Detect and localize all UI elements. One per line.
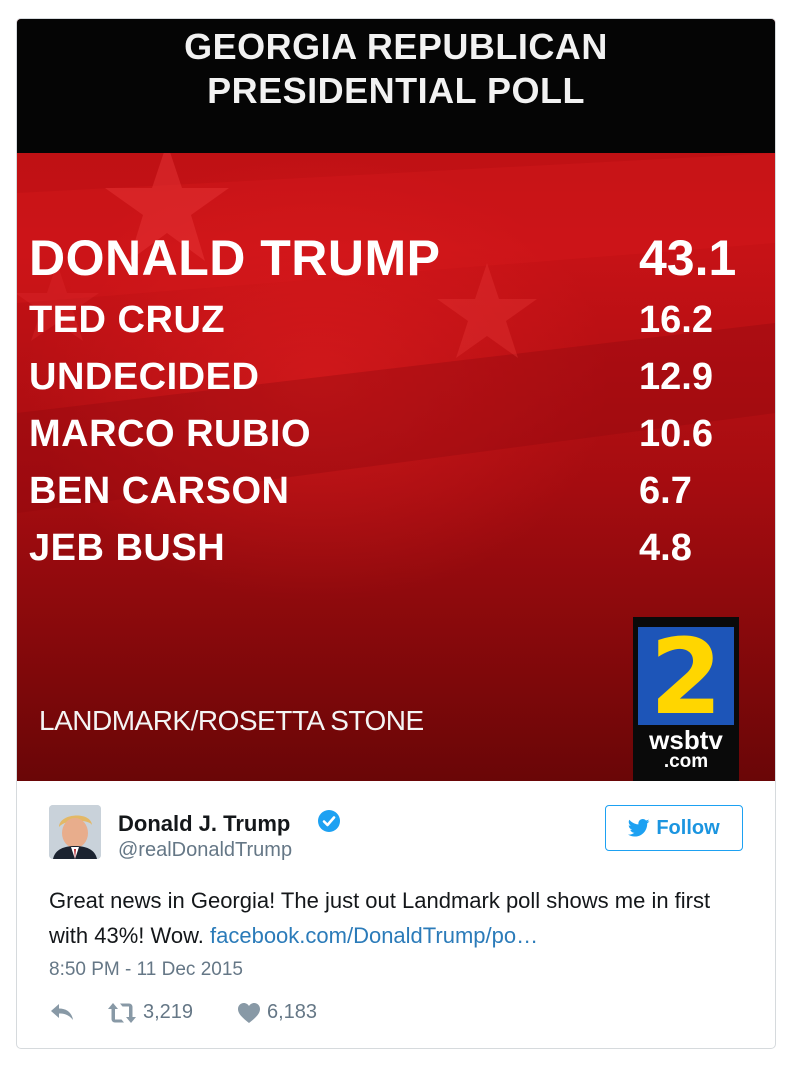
candidate-value: 43.1 <box>639 230 737 286</box>
poll-title-line1: GEORGIA REPUBLICAN <box>184 26 608 67</box>
candidate-name: TED CRUZ <box>29 299 226 341</box>
verified-badge-icon <box>318 810 340 832</box>
logo-domain: .com <box>663 751 709 772</box>
candidate-value: 10.6 <box>639 413 713 455</box>
logo-square: 2 <box>638 617 734 737</box>
poll-source: LANDMARK/ROSETTA STONE <box>39 705 424 736</box>
candidate-name: UNDECIDED <box>29 356 260 398</box>
candidate-value: 16.2 <box>639 299 713 341</box>
poll-title-line2: PRESIDENTIAL POLL <box>207 70 585 111</box>
candidate-name: BEN CARSON <box>29 470 290 512</box>
tweet-timestamp[interactable]: 8:50 PM - 11 Dec 2015 <box>49 959 243 981</box>
like-count: 6,183 <box>267 1001 318 1023</box>
display-name[interactable]: Donald J. Trump <box>118 811 290 837</box>
avatar[interactable] <box>49 805 101 859</box>
avatar-portrait <box>49 805 101 859</box>
poll-image[interactable]: GEORGIA REPUBLICAN PRESIDENTIAL POLL DON… <box>17 19 775 781</box>
like-button[interactable]: 6,183 <box>237 1001 317 1024</box>
retweet-icon <box>108 1002 136 1023</box>
retweet-button[interactable]: 3,219 <box>107 1001 193 1024</box>
reply-button[interactable] <box>49 1001 75 1023</box>
candidate-name: JEB BUSH <box>29 527 226 569</box>
follow-label: Follow <box>656 816 720 839</box>
candidate-value: 4.8 <box>639 527 692 569</box>
retweet-count: 3,219 <box>143 1001 194 1023</box>
wsbtv-logo: 2 wsbtv .com <box>633 617 739 781</box>
candidate-value: 12.9 <box>639 356 713 398</box>
candidate-value: 6.7 <box>639 470 692 512</box>
handle[interactable]: @realDonaldTrump <box>118 839 292 862</box>
twitter-bird-icon <box>628 819 650 837</box>
candidate-name: DONALD TRUMP <box>29 230 441 286</box>
follow-button[interactable]: Follow <box>605 805 743 851</box>
poll-title-banner: GEORGIA REPUBLICAN PRESIDENTIAL POLL <box>17 19 775 153</box>
logo-brand: wsbtv <box>649 725 723 755</box>
tweet-card: GEORGIA REPUBLICAN PRESIDENTIAL POLL DON… <box>16 18 776 1049</box>
tweet-text: Great news in Georgia! The just out Land… <box>49 883 749 953</box>
tweet-link[interactable]: facebook.com/DonaldTrump/po… <box>210 923 538 948</box>
logo-number: 2 <box>649 616 723 738</box>
candidate-name: MARCO RUBIO <box>29 413 312 455</box>
reply-icon <box>51 1004 73 1020</box>
heart-icon <box>238 1002 260 1023</box>
